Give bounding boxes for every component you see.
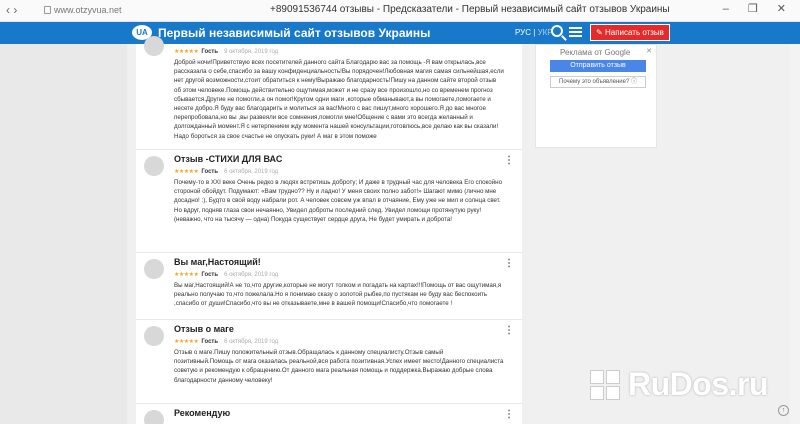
avatar — [144, 259, 164, 279]
review-date: 6 октября, 2019 год — [224, 339, 279, 345]
review-card: Рекомендую ⋮ — [136, 404, 522, 424]
browser-titlebar: ‹ › www.otzyvua.net +89091536744 отзывы … — [0, 0, 800, 22]
review-title[interactable]: Рекомендую — [174, 408, 230, 418]
avatar — [144, 410, 164, 424]
review-meta: ★★★★★ Гость 9 октября, 2019 год — [174, 48, 278, 55]
review-body: Отзыв о маге.Пишу положительный отзыв.Об… — [174, 349, 504, 384]
more-options-icon[interactable]: ⋮ — [504, 409, 514, 420]
review-body: Вы маг,Настоящий!А не то,что другие,кото… — [174, 282, 502, 308]
why-this-ad-button[interactable]: Почему это объявление? ⓘ — [550, 76, 646, 88]
review-card: Отзыв -СТИХИ ДЛЯ ВАС ★★★★★ Гость 6 октября… — [136, 150, 522, 253]
review-body: Почему-то в XXI веке Очень редко в людях… — [174, 179, 503, 223]
window-title: +89091536744 отзывы - Предсказатели - Пе… — [270, 4, 670, 15]
review-date: 9 октября, 2019 год — [224, 49, 279, 55]
lock-icon — [44, 6, 51, 14]
menu-icon[interactable] — [569, 27, 582, 37]
review-card: ★★★★★ Гость 9 октября, 2019 год Доброй ноч… — [136, 30, 522, 150]
scrollbar[interactable] — [790, 44, 800, 424]
review-date: 6 октября, 2019 год — [224, 169, 279, 175]
watermark-logo-icon — [590, 370, 622, 402]
review-card: Отзыв о маге ★★★★★ Гость 6 октября, 2019 г… — [136, 320, 522, 404]
ad-label: Реклама от Google — [560, 48, 631, 57]
watermark-text: RuDos.ru — [628, 366, 769, 402]
review-body: Доброй ночи!Приветствую всех посетителей… — [174, 59, 504, 140]
write-review-button[interactable]: ✎ Написать отзыв — [590, 24, 670, 41]
avatar — [144, 36, 164, 56]
window-controls[interactable]: – ❐ ✕ — [723, 2, 794, 15]
more-options-icon[interactable]: ⋮ — [504, 325, 514, 336]
nav-arrows-icon[interactable]: ‹ › — [6, 3, 17, 17]
scroll-top-icon[interactable]: ↑ — [778, 405, 789, 416]
rating-stars: ★★★★★ — [174, 49, 199, 55]
left-margin — [0, 44, 127, 424]
rating-stars: ★★★★★ — [174, 339, 199, 345]
send-feedback-button[interactable]: Отправить отзыв — [550, 60, 646, 72]
close-icon[interactable]: ✕ — [646, 47, 652, 55]
reviews-list: ★★★★★ Гость 9 октября, 2019 год Доброй ноч… — [136, 36, 522, 424]
review-meta: ★★★★★ Гость 6 октября, 2019 год — [174, 271, 278, 278]
review-title[interactable]: Вы маг,Настоящий! — [174, 257, 261, 267]
review-date: 6 октября, 2019 год — [224, 272, 279, 278]
review-author: Гость — [201, 49, 219, 55]
more-options-icon[interactable]: ⋮ — [504, 155, 514, 166]
review-author: Гость — [201, 272, 219, 278]
review-card: Вы маг,Настоящий! ★★★★★ Гость 6 октября, 2… — [136, 253, 522, 320]
review-title[interactable]: Отзыв -СТИХИ ДЛЯ ВАС — [174, 154, 282, 164]
review-meta: ★★★★★ Гость 6 октября, 2019 год — [174, 168, 278, 175]
ad-panel: ✕ Реклама от Google Отправить отзыв Поче… — [535, 44, 657, 148]
search-icon[interactable] — [551, 25, 563, 37]
review-meta: ★★★★★ Гость 6 октября, 2019 год — [174, 338, 278, 345]
rating-stars: ★★★★★ — [174, 272, 199, 278]
review-author: Гость — [201, 169, 219, 175]
avatar — [144, 326, 164, 346]
address-bar[interactable]: www.otzyvua.net — [54, 5, 122, 15]
more-options-icon[interactable]: ⋮ — [504, 258, 514, 269]
review-author: Гость — [201, 339, 219, 345]
rating-stars: ★★★★★ — [174, 169, 199, 175]
review-title[interactable]: Отзыв о маге — [174, 324, 234, 334]
avatar — [144, 156, 164, 176]
